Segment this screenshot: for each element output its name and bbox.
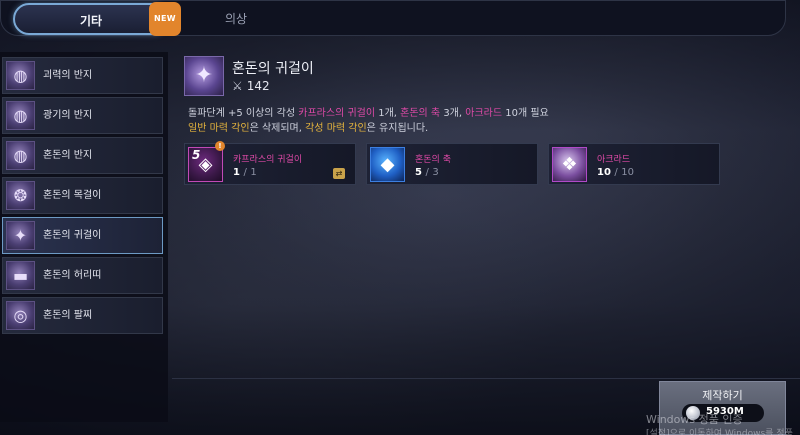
material-name: 카프라스의 귀걸이	[233, 155, 303, 165]
description-line-2: 일반 마력 각인은 삭제되며, 각성 마력 각인은 유지됩니다.	[188, 123, 429, 134]
sidebar-item-label: 혼돈의 귀걸이	[43, 230, 102, 241]
earring-icon: ✦	[6, 221, 35, 250]
item-owned-count: ⚔ 142	[232, 79, 270, 93]
material-card-akrad[interactable]: ❖ 아크라드 10 / 10	[548, 143, 720, 185]
material-quantity: 1 / 1	[233, 167, 257, 178]
craft-button-label: 제작하기	[702, 389, 743, 402]
tab-costume[interactable]: 의상	[176, 3, 296, 35]
windows-activation-watermark: Windows 정품 인증	[646, 413, 743, 426]
top-tab-bar: 기타 NEW 의상	[0, 0, 786, 36]
item-list-panel: ◍ 괴력의 반지 ◍ 광기의 반지 ◍ 혼돈의 반지 ❂ 혼돈의 목걸이 ✦ 혼…	[0, 52, 168, 422]
divider	[172, 378, 800, 379]
sidebar-item-label: 혼돈의 목걸이	[43, 190, 102, 201]
sidebar-item-belt-of-chaos[interactable]: ▬ 혼돈의 허리띠	[2, 257, 163, 294]
belt-icon: ▬	[6, 261, 35, 290]
sidebar-item-ring-of-strength[interactable]: ◍ 괴력의 반지	[2, 57, 163, 94]
tab-etc-label: 기타	[79, 14, 103, 28]
sidebar-item-bracelet-of-chaos[interactable]: ◎ 혼돈의 팔찌	[2, 297, 163, 334]
description-line-1: 돌파단계 +5 이상의 각성 카프라스의 귀걸이 1개, 혼돈의 축 3개, 아…	[188, 108, 549, 119]
alert-icon: !	[215, 141, 225, 151]
ring-icon: ◍	[6, 101, 35, 130]
material-quantity: 5 / 3	[415, 167, 439, 178]
sidebar-item-label: 혼돈의 반지	[43, 150, 93, 161]
sidebar-item-ring-of-chaos[interactable]: ◍ 혼돈의 반지	[2, 137, 163, 174]
item-title: 혼돈의 귀걸이	[232, 61, 314, 77]
link-icon[interactable]: ⇄	[333, 168, 345, 179]
windows-activation-watermark-sub: [설정]으로 이동하여 Windows를 정품	[646, 429, 793, 435]
crafting-description: 돌파단계 +5 이상의 각성 카프라스의 귀걸이 1개, 혼돈의 축 3개, 아…	[188, 106, 549, 136]
blue-crystal-icon: ◆	[370, 147, 405, 182]
ring-icon: ◍	[6, 141, 35, 170]
tab-costume-label: 의상	[224, 12, 248, 26]
sidebar-item-necklace-of-chaos[interactable]: ❂ 혼돈의 목걸이	[2, 177, 163, 214]
bracelet-icon: ◎	[6, 301, 35, 330]
owned-count-value: 142	[246, 79, 270, 93]
ring-icon: ◍	[6, 61, 35, 90]
tab-etc[interactable]: 기타 NEW	[13, 2, 181, 36]
earring-icon: ✦	[184, 56, 224, 96]
crossed-swords-icon: ⚔	[232, 79, 243, 93]
sidebar-item-ring-of-madness[interactable]: ◍ 광기의 반지	[2, 97, 163, 134]
material-card-chaos-axis[interactable]: ◆ 혼돈의 축 5 / 3	[366, 143, 538, 185]
dark-crystal-icon: ❖	[552, 147, 587, 182]
material-name: 혼돈의 축	[415, 155, 451, 165]
material-name: 아크라드	[597, 155, 631, 165]
enhance-level: 5	[192, 148, 201, 162]
sidebar-item-earring-of-chaos[interactable]: ✦ 혼돈의 귀걸이	[2, 217, 163, 254]
necklace-icon: ❂	[6, 181, 35, 210]
material-quantity: 10 / 10	[597, 167, 634, 178]
sidebar-item-label: 혼돈의 팔찌	[43, 310, 93, 321]
sidebar-item-label: 괴력의 반지	[43, 70, 93, 81]
sidebar-item-label: 광기의 반지	[43, 110, 93, 121]
material-card-kapras-earring[interactable]: ◈ 5 ! 카프라스의 귀걸이 1 / 1 ⇄	[184, 141, 356, 185]
sidebar-item-label: 혼돈의 허리띠	[43, 270, 102, 281]
